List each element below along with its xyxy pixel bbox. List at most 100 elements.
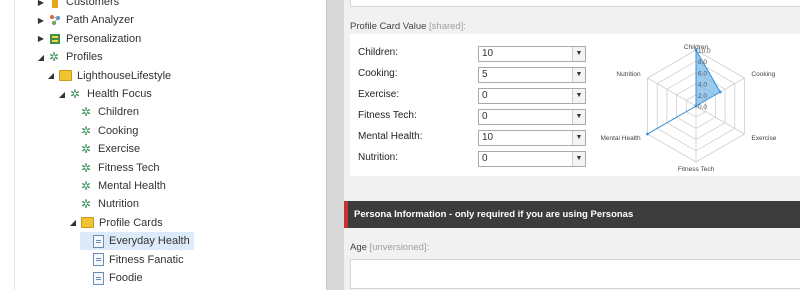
gear-icon: ✲ xyxy=(70,87,81,101)
profile-key-label: Exercise: xyxy=(358,89,400,100)
gear-icon: ✲ xyxy=(81,142,92,157)
chevron-down-icon[interactable]: ▼ xyxy=(572,89,585,103)
tree-item-profile-cards[interactable]: ◢ Profile Cards xyxy=(68,214,163,232)
collapse-arrow-icon[interactable]: ◢ xyxy=(57,90,67,99)
age-label: Age xyxy=(350,242,367,253)
path-analyzer-icon xyxy=(49,14,61,26)
tree-item-fitness-fanatic[interactable]: Fitness Fanatic xyxy=(80,251,184,269)
profile-card-value-label: Profile Card Value [shared]: xyxy=(350,21,466,32)
tree-item-children[interactable]: ✲ Children xyxy=(68,103,139,121)
expand-arrow-icon[interactable]: ▶ xyxy=(36,16,46,25)
selected-value: 10 xyxy=(482,132,494,143)
profile-card-value-title: Profile Card Value xyxy=(350,21,427,32)
chevron-down-icon[interactable]: ▼ xyxy=(572,110,585,124)
radar-category-label: Exercise xyxy=(751,135,776,142)
profile-value-select[interactable]: 5 ▼ xyxy=(478,67,586,83)
tree-item-profiles[interactable]: ◢ ✲ Profiles xyxy=(36,48,103,66)
tree-item-label: Path Analyzer xyxy=(66,14,134,27)
radar-category-label: Mental Health xyxy=(600,135,640,142)
radar-tick-label: 2.0 xyxy=(698,93,707,100)
chevron-down-icon[interactable]: ▼ xyxy=(572,68,585,82)
tree-item-label: Health Focus xyxy=(87,88,152,100)
document-icon xyxy=(93,253,104,267)
tree-item-label: Cooking xyxy=(98,124,139,137)
tree-guide-line xyxy=(14,0,15,290)
tree-item-path-analyzer[interactable]: ▶ Path Analyzer xyxy=(36,11,134,29)
tree-item-foodie[interactable]: Foodie xyxy=(80,269,143,287)
tree-item-health-focus[interactable]: ◢ ✲ Health Focus xyxy=(57,85,152,103)
profile-key-label: Nutrition: xyxy=(358,152,399,163)
tree-item-fitness-tech[interactable]: ✲ Fitness Tech xyxy=(68,159,160,177)
chevron-down-icon[interactable]: ▼ xyxy=(572,152,585,166)
selected-value: 0 xyxy=(482,153,488,164)
collapse-arrow-icon[interactable]: ◢ xyxy=(68,218,78,227)
age-field-label: Age [unversioned]: xyxy=(350,242,429,253)
profile-key-label: Children: xyxy=(358,47,399,58)
tree-item-label: Customers xyxy=(66,0,120,8)
radar-point xyxy=(694,104,698,108)
tree-item-nutrition[interactable]: ✲ Nutrition xyxy=(68,195,139,213)
shared-tag: [shared]: xyxy=(429,21,466,32)
radar-tick-label: 8.0 xyxy=(698,59,707,66)
tree-item-lighthouselifestyle[interactable]: ◢ LighthouseLifestyle xyxy=(46,67,171,85)
radar-tick-label: 0.0 xyxy=(698,104,707,111)
profile-value-select[interactable]: 0 ▼ xyxy=(478,109,586,125)
profile-key-label: Cooking: xyxy=(358,68,398,79)
chevron-down-icon[interactable]: ▼ xyxy=(572,47,585,61)
profile-card-panel: Children: 10 ▼ Cooking: 5 ▼ Exercise: 0 ▼ Fitness… xyxy=(350,34,800,176)
document-icon xyxy=(93,271,104,285)
persona-section-title: Persona Information - only required if y… xyxy=(354,209,634,220)
radar-category-label: Cooking xyxy=(751,71,775,78)
tree-item-label: LighthouseLifestyle xyxy=(77,69,172,82)
folder-icon xyxy=(81,217,94,229)
gear-icon: ✲ xyxy=(81,179,92,193)
tree-item-customers[interactable]: ▶ Customers xyxy=(36,0,119,11)
tree-item-label: Exercise xyxy=(98,143,141,156)
tree-item-label: Profiles xyxy=(66,51,103,64)
expand-arrow-icon[interactable]: ▶ xyxy=(36,0,46,7)
gear-icon: ✲ xyxy=(49,50,60,65)
gear-icon: ✲ xyxy=(81,123,92,138)
tree-item-personalization[interactable]: ▶ Personalization xyxy=(36,30,141,48)
folder-icon xyxy=(59,70,72,82)
tree-item-label: Fitness Fanatic xyxy=(109,253,184,266)
tree-item-exercise[interactable]: ✲ Exercise xyxy=(68,140,140,158)
splitter[interactable] xyxy=(326,0,345,290)
tree-item-label: Children xyxy=(98,106,139,119)
customers-icon xyxy=(49,0,61,8)
tree-item-everyday-health[interactable]: Everyday Health xyxy=(80,232,194,251)
radar-tick-label: 6.0 xyxy=(698,70,707,77)
radar-point xyxy=(646,132,649,136)
selected-value: 10 xyxy=(482,48,494,59)
collapse-arrow-icon[interactable]: ◢ xyxy=(36,53,46,62)
radar-category-label: Fitness Tech xyxy=(678,166,715,173)
selected-value: 0 xyxy=(482,90,488,101)
collapse-arrow-icon[interactable]: ◢ xyxy=(46,71,56,80)
gear-icon: ✲ xyxy=(81,197,92,212)
radar-category-label: Children xyxy=(684,44,709,51)
profile-radar-chart: 0.02.04.06.08.010.0ChildrenCookingExerci… xyxy=(600,44,776,173)
age-input[interactable] xyxy=(350,259,800,289)
personalization-icon xyxy=(49,33,61,45)
expand-arrow-icon[interactable]: ▶ xyxy=(36,34,46,43)
document-icon xyxy=(93,234,104,248)
gear-icon: ✲ xyxy=(81,160,92,175)
profile-value-select[interactable]: 10 ▼ xyxy=(478,130,586,146)
selected-value: 0 xyxy=(482,111,488,122)
content-tree: ▶ Customers ▶ Path Analyzer ▶ Personalization… xyxy=(0,0,326,290)
tree-item-label: Personalization xyxy=(66,32,142,45)
profile-value-select[interactable]: 0 ▼ xyxy=(478,151,586,167)
persona-section-header[interactable]: Persona Information - only required if y… xyxy=(344,201,800,228)
radar-spoke xyxy=(647,77,697,107)
unversioned-tag: [unversioned]: xyxy=(369,242,430,253)
gear-icon: ✲ xyxy=(81,105,92,120)
tree-item-cooking[interactable]: ✲ Cooking xyxy=(68,122,138,140)
selected-value: 5 xyxy=(482,69,488,80)
profile-value-select[interactable]: 10 ▼ xyxy=(478,46,586,62)
tree-item-mental-health[interactable]: ✲ Mental Health xyxy=(68,177,166,195)
profile-value-select[interactable]: 0 ▼ xyxy=(478,88,586,104)
chevron-down-icon[interactable]: ▼ xyxy=(572,131,585,145)
tree-item-label: Foodie xyxy=(109,272,143,284)
content-editor: Profile Card Value [shared]: Children: 10… xyxy=(344,0,800,290)
profile-key-label: Mental Health: xyxy=(358,131,423,142)
